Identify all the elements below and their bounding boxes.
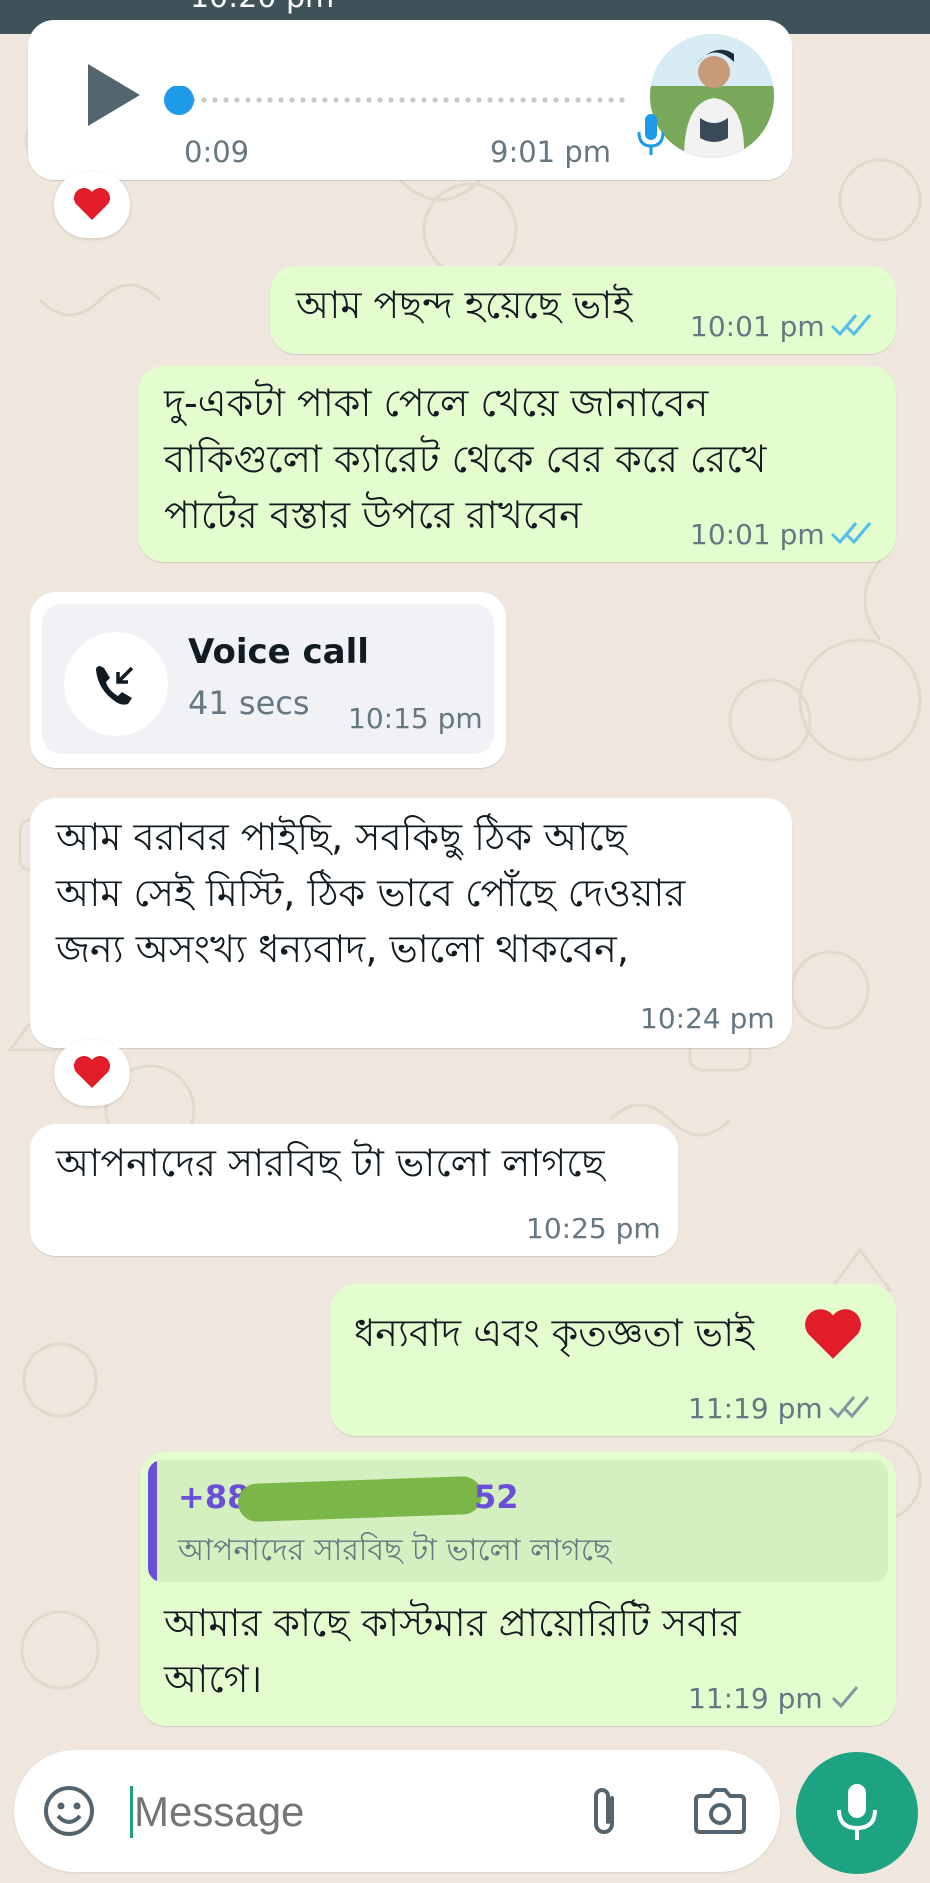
sender-avatar[interactable] (650, 34, 774, 158)
redaction-mark (237, 1475, 483, 1523)
reaction-badge[interactable] (54, 172, 130, 238)
quote-text: আপনাদের সারবিছ টা ভালো লাগছে (178, 1533, 612, 1568)
outgoing-message[interactable]: দু-একটা পাকা পেলে খেয়ে জানাবেন বাকিগুলো… (138, 366, 896, 562)
call-duration: 41 secs (188, 684, 310, 722)
heart-emoji (805, 1309, 861, 1359)
message-text: আম পছন্দ হয়েছে ভাই (296, 283, 632, 327)
message-time: 10:01 pm (690, 310, 825, 343)
sent-receipt-icon (831, 1686, 859, 1709)
incoming-message[interactable]: আপনাদের সারবিছ টা ভালো লাগছে 10:25 pm (30, 1124, 678, 1256)
message-time: 10:24 pm (640, 1002, 775, 1035)
outgoing-message[interactable]: +88 52 আপনাদের সারবিছ টা ভালো লাগছে আমার… (140, 1452, 896, 1726)
read-receipt-icon (830, 314, 872, 337)
call-title: Voice call (188, 632, 369, 672)
call-log-bubble[interactable]: Voice call 41 secs 10:15 pm (30, 592, 506, 768)
message-time: 11:19 pm (688, 1682, 823, 1715)
call-icon-circle (64, 632, 168, 736)
call-card[interactable]: Voice call 41 secs 10:15 pm (42, 604, 494, 754)
quote-bar (148, 1460, 157, 1582)
voice-message-bubble[interactable]: 0:09 9:01 pm (28, 20, 792, 180)
message-time: 11:19 pm (688, 1392, 823, 1425)
message-time: 9:01 pm (490, 135, 611, 169)
heart-icon (74, 1056, 110, 1088)
message-line: জন্য অসংখ্য ধন্যবাদ, ভালো থাকবেন, (56, 927, 629, 971)
mic-icon (837, 1784, 877, 1840)
message-input[interactable] (132, 1780, 576, 1844)
status-time: 10:20 pm (190, 0, 334, 15)
missed-call-arrow-phone-icon (96, 666, 134, 705)
emoji-icon[interactable] (42, 1784, 96, 1838)
message-line: দু-একটা পাকা পেলে খেয়ে জানাবেন (164, 381, 709, 425)
message-line: আম বরাবর পাইছি, সবকিছু ঠিক আছে (56, 815, 627, 859)
voice-duration: 0:09 (184, 135, 250, 169)
quote-sender-tail: 52 (474, 1478, 519, 1516)
message-time: 10:01 pm (690, 518, 825, 551)
attach-icon[interactable] (584, 1784, 624, 1840)
message-line: আম সেই মিস্টি, ঠিক ভাবে পোঁছে দেওয়ার (56, 871, 686, 915)
play-icon[interactable] (84, 60, 144, 130)
voice-record-button[interactable] (796, 1752, 918, 1874)
reaction-badge[interactable] (54, 1040, 130, 1106)
message-text: আপনাদের সারবিছ টা ভালো লাগছে (56, 1141, 605, 1185)
outgoing-message[interactable]: ধন্যবাদ এবং কৃতজ্ঞতা ভাই 11:19 pm (330, 1284, 896, 1436)
message-time: 10:25 pm (526, 1212, 661, 1245)
quoted-message[interactable]: +88 52 আপনাদের সারবিছ টা ভালো লাগছে (148, 1460, 888, 1582)
voice-progress-track[interactable] (163, 86, 633, 116)
message-line: পাটের বস্তার উপরে রাখবেন (164, 493, 582, 537)
message-text: ধন্যবাদ এবং কৃতজ্ঞতা ভাই (354, 1311, 754, 1355)
message-time: 10:15 pm (348, 702, 483, 735)
message-line: বাকিগুলো ক্যারেট থেকে বের করে রেখে (164, 437, 767, 481)
incoming-message[interactable]: আম বরাবর পাইছি, সবকিছু ঠিক আছে আম সেই মি… (30, 798, 792, 1048)
read-receipt-icon (830, 522, 872, 545)
message-composer[interactable] (14, 1750, 780, 1872)
message-line: আগে। (164, 1657, 263, 1701)
camera-icon[interactable] (692, 1786, 748, 1836)
delivered-receipt-icon (828, 1396, 870, 1419)
message-line: আমার কাছে কাস্টমার প্রায়োরিটি সবার (164, 1601, 741, 1645)
heart-icon (74, 188, 110, 220)
avatar-photo (650, 34, 774, 158)
outgoing-message[interactable]: আম পছন্দ হয়েছে ভাই 10:01 pm (270, 266, 896, 354)
mic-icon (637, 114, 665, 155)
